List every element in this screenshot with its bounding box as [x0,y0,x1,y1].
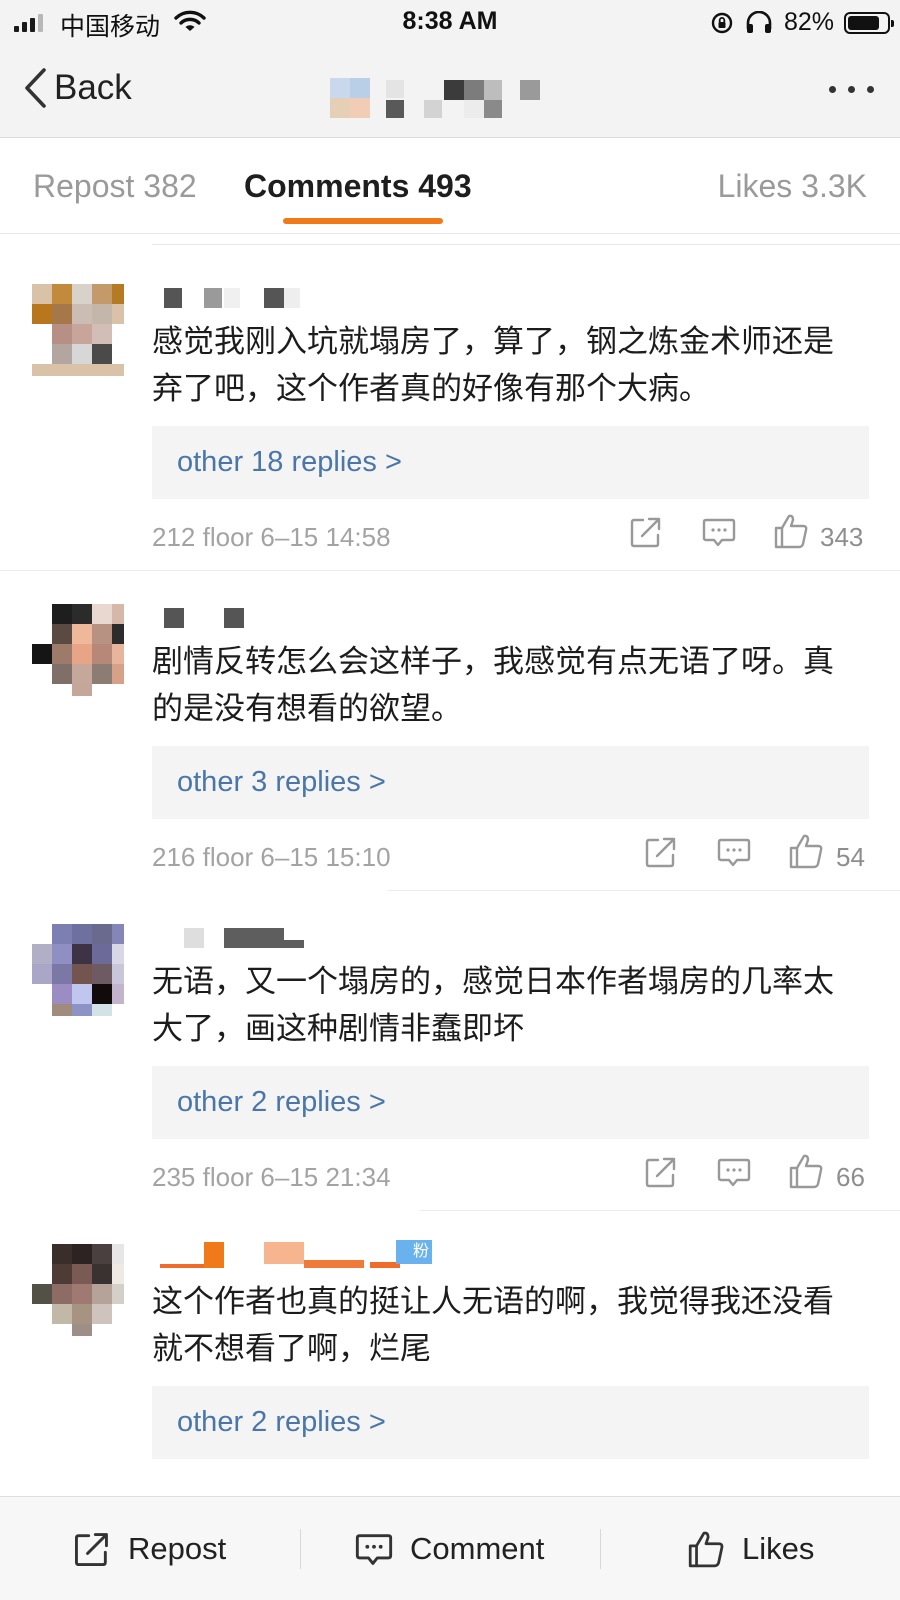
back-button[interactable]: Back [22,66,132,110]
comment-text: 无语，又一个塌房的，感觉日本作者塌房的几率太大了，画这种剧情非蠢即坏 [152,964,834,1046]
comment-icon[interactable] [716,834,752,870]
comment-meta: 235 floor 6–15 21:34 [152,1162,391,1192]
view-replies-button[interactable]: other 3 replies > [152,746,869,819]
replies-label: other 2 replies > [177,1406,386,1438]
tab-bar: Repost 382 Comments 493 Likes 3.3K [0,138,900,234]
divider [300,1529,301,1569]
page-title-pixelated [330,78,560,120]
like-count: 66 [836,1162,865,1192]
tab-repost[interactable]: Repost 382 [33,168,197,205]
chevron-left-icon [25,68,46,108]
like-count: 343 [820,522,864,552]
tab-comments[interactable]: Comments 493 [244,168,472,205]
like-button[interactable]: Likes [686,1497,814,1600]
comment-text: 感觉我刚入坑就塌房了，算了，钢之炼金术师还是弃了吧，这个作者真的好像有那个大病。 [152,324,834,406]
comment-button[interactable]: Comment [354,1497,544,1600]
avatar[interactable] [32,284,124,376]
repost-icon [75,1533,108,1566]
more-options-button[interactable] [829,86,874,93]
battery-percent: 82% [783,8,834,36]
like-icon [688,1531,724,1568]
fan-badge: 粉 [396,1240,432,1264]
active-tab-indicator [283,218,443,224]
comment-text: 剧情反转怎么会这样子，我感觉有点无语了呀。真的是没有想看的欲望。 [152,644,834,726]
back-label: Back [54,68,132,107]
repost-button[interactable]: Repost [72,1497,226,1600]
avatar[interactable] [32,604,124,696]
avatar[interactable] [32,1244,124,1336]
comment-item: 无语，又一个塌房的，感觉日本作者塌房的几率太大了，画这种剧情非蠢即坏 other… [0,884,900,1211]
view-replies-button[interactable]: other 2 replies > [152,1386,869,1459]
orientation-lock-icon [711,12,733,33]
likes-label: Likes [742,1531,815,1566]
status-right-group: 82% [710,8,894,37]
comment-label: Comment [410,1531,545,1566]
comment-icon [355,1534,393,1565]
username-pixelated[interactable]: 粉 [160,1240,460,1274]
battery-icon [844,11,894,34]
comment-item: 粉 这个作者也真的挺让人无语的啊，我觉得我还没看就不想看了啊，烂尾 other … [0,1204,900,1496]
comment-icon[interactable] [716,1154,752,1190]
like-icon[interactable] [787,832,825,870]
comment-item: 剧情反转怎么会这样子，我感觉有点无语了呀。真的是没有想看的欲望。 other 3… [0,564,900,891]
repost-icon[interactable] [643,834,679,870]
comment-list[interactable]: 感觉我刚入坑就塌房了，算了，钢之炼金术师还是弃了吧，这个作者真的好像有那个大病。… [0,244,900,1496]
username-pixelated[interactable] [160,288,460,314]
repost-label: Repost [128,1531,227,1566]
like-icon[interactable] [787,1152,825,1190]
repost-icon[interactable] [628,514,664,550]
replies-label: other 18 replies > [177,446,402,478]
bottom-action-bar: Repost Comment Likes [0,1496,900,1600]
username-pixelated[interactable] [160,608,460,634]
navigation-bar: Back [0,60,900,130]
comment-text: 这个作者也真的挺让人无语的啊，我觉得我还没看就不想看了啊，烂尾 [152,1284,834,1366]
status-bar: 中国移动 8:38 AM 82% [0,0,900,46]
tab-likes[interactable]: Likes 3.3K [718,168,867,205]
view-replies-button[interactable]: other 18 replies > [152,426,869,499]
like-icon[interactable] [772,512,810,550]
replies-label: other 2 replies > [177,1086,386,1118]
battery-fill [848,15,879,30]
view-replies-button[interactable]: other 2 replies > [152,1066,869,1139]
replies-label: other 3 replies > [177,766,386,798]
divider [600,1529,601,1569]
repost-icon[interactable] [643,1154,679,1190]
top-bar: 中国移动 8:38 AM 82% Back [0,0,900,138]
avatar[interactable] [32,924,124,1016]
comment-item: 感觉我刚入坑就塌房了，算了，钢之炼金术师还是弃了吧，这个作者真的好像有那个大病。… [0,244,900,571]
comment-meta: 216 floor 6–15 15:10 [152,842,391,872]
like-count: 54 [836,842,865,872]
comment-meta: 212 floor 6–15 14:58 [152,522,391,552]
comment-icon[interactable] [701,514,737,550]
ellipsis-icon [829,86,836,93]
headphones-icon [746,10,772,33]
username-pixelated[interactable] [160,928,460,954]
